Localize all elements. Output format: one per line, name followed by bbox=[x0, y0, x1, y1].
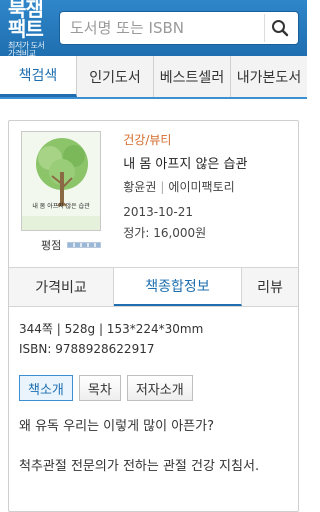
isbn-line: ISBN: 9788928622917 bbox=[19, 342, 155, 356]
cover-title: 내 몸 아프지 않은 습관 bbox=[32, 203, 90, 210]
app-logo[interactable]: 북잼팩트 최저가 도서가격비교 bbox=[8, 0, 49, 58]
book-intro-button[interactable]: 책소개 bbox=[19, 375, 73, 401]
app-header: 북잼팩트 최저가 도서가격비교 bbox=[0, 0, 307, 58]
book-summary: 내 몸 아프지 않은 습관 평점 건강/뷰티 내 몸 아프지 않은 습관 황윤권… bbox=[9, 121, 298, 267]
rating: 평점 bbox=[41, 237, 102, 253]
specs-line: 344쪽 | 528g | 153*224*30mm bbox=[19, 322, 204, 336]
search-box bbox=[59, 11, 299, 45]
book-author[interactable]: 황윤권 bbox=[123, 180, 156, 194]
tab-book-search[interactable]: 책검색 bbox=[0, 56, 77, 97]
detail-tabs: 가격비교 책종합정보 리뷰 bbox=[9, 267, 298, 307]
book-category[interactable]: 건강/뷰티 bbox=[123, 131, 286, 148]
book-price: 정가: 16,000원 bbox=[123, 226, 207, 240]
tree-cover-image bbox=[22, 132, 100, 230]
tab-bestseller[interactable]: 베스트셀러 bbox=[154, 56, 231, 97]
author-intro-button[interactable]: 저자소개 bbox=[126, 375, 193, 401]
tab-price-compare[interactable]: 가격비교 bbox=[9, 268, 114, 306]
search-icon bbox=[271, 20, 288, 37]
description-line: 척추관절 전문의가 전하는 관절 건강 지침서. bbox=[19, 459, 260, 474]
toc-button[interactable]: 목차 bbox=[78, 375, 121, 401]
main-tabs: 책검색 인기도서 베스트셀러 내가본도서 bbox=[0, 56, 307, 99]
tab-viewed-books[interactable]: 내가본도서 bbox=[231, 56, 307, 97]
rating-stars bbox=[67, 242, 102, 248]
tab-popular[interactable]: 인기도서 bbox=[77, 56, 154, 97]
book-publisher[interactable]: 에이미팩토리 bbox=[168, 180, 234, 194]
logo-subtitle: 최저가 도서가격비교 bbox=[8, 40, 45, 58]
book-author-line: 황윤권 | 에이미팩토리 bbox=[123, 178, 286, 195]
tab-review[interactable]: 리뷰 bbox=[242, 268, 298, 306]
book-title: 내 몸 아프지 않은 습관 bbox=[123, 157, 248, 172]
tab-book-info[interactable]: 책종합정보 bbox=[114, 268, 242, 306]
logo-title: 북잼팩트 bbox=[8, 0, 44, 41]
book-description: 왜 유독 우리는 이렇게 많이 아픈가? 척추관절 전문의가 전하는 관절 건강… bbox=[9, 401, 298, 477]
rating-label: 평점 bbox=[41, 239, 62, 252]
publish-date: 2013-10-21 bbox=[123, 205, 193, 219]
description-line: 왜 유독 우리는 이렇게 많이 아픈가? bbox=[19, 419, 215, 434]
separator: | bbox=[160, 180, 165, 194]
book-info: 건강/뷰티 내 몸 아프지 않은 습관 황윤권 | 에이미팩토리 2013-10-2… bbox=[123, 131, 286, 267]
search-button[interactable] bbox=[264, 14, 294, 42]
book-specs: 344쪽 | 528g | 153*224*30mm ISBN: 9788928… bbox=[9, 307, 298, 359]
book-cover[interactable]: 내 몸 아프지 않은 습관 bbox=[21, 131, 101, 231]
search-input[interactable] bbox=[70, 19, 264, 37]
section-buttons: 책소개 목차 저자소개 bbox=[9, 359, 298, 401]
book-detail-panel: 내 몸 아프지 않은 습관 평점 건강/뷰티 내 몸 아프지 않은 습관 황윤권… bbox=[8, 120, 299, 512]
